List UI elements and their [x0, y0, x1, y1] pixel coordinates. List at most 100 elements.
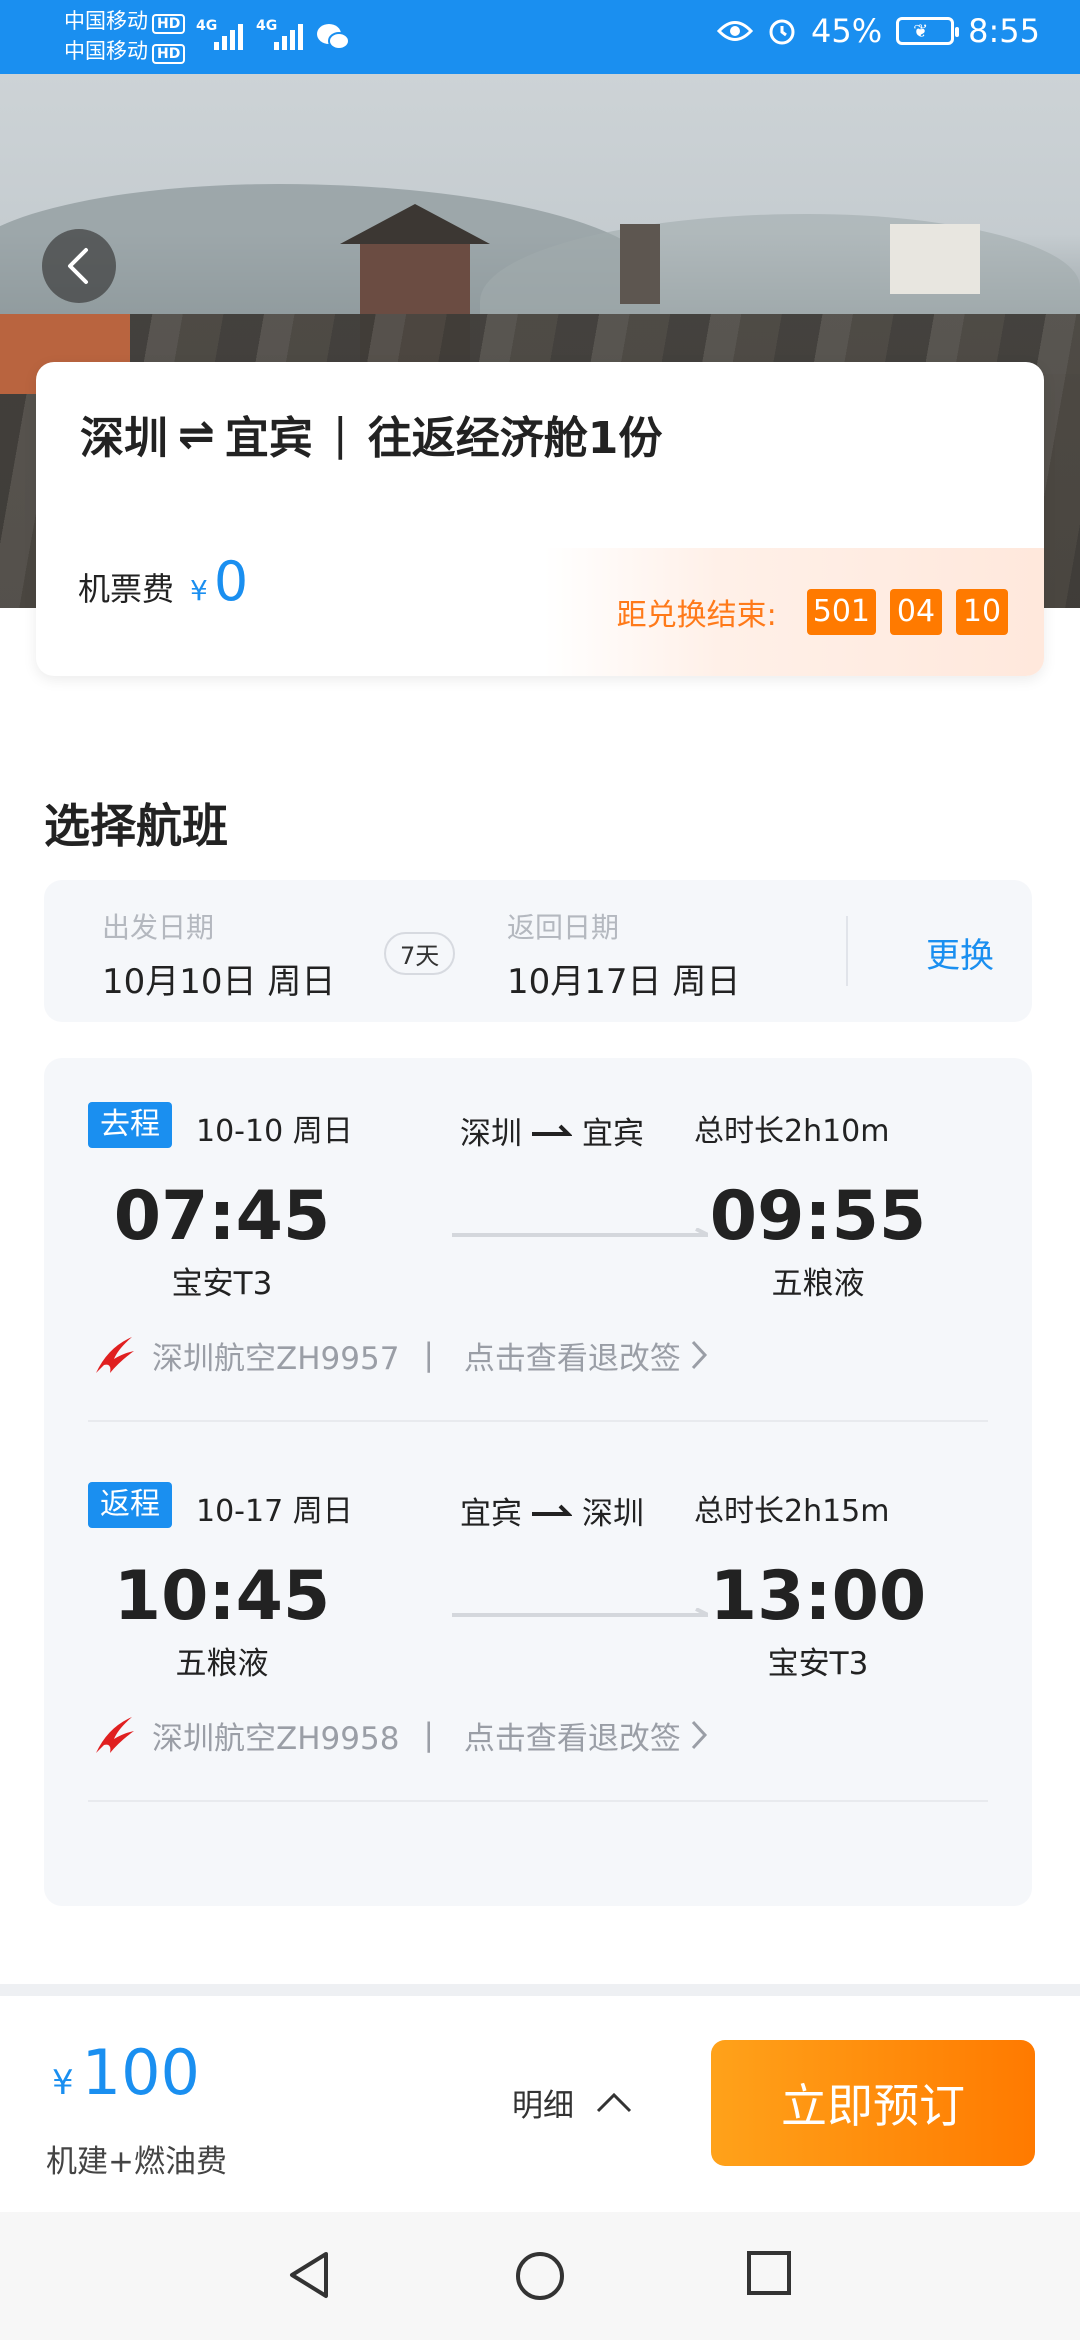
hd-badge: HD — [152, 44, 186, 64]
countdown-label: 距兑换结束: — [616, 598, 777, 633]
flight-path-line — [452, 1228, 708, 1237]
fare-label: 机票费 — [78, 570, 175, 608]
airline-flight-number: 深圳航空ZH9958 — [152, 1720, 400, 1757]
back-button[interactable] — [42, 229, 116, 303]
shenzhen-airlines-logo-icon — [96, 1717, 134, 1753]
signal-icon — [214, 20, 243, 50]
arrival: 13:00 宝安T3 — [698, 1558, 938, 1683]
departure-airport: 宝安T3 — [171, 1266, 273, 1302]
segment-route: 宜宾 深圳 — [460, 1488, 644, 1533]
book-now-button[interactable]: 立即预订 — [711, 2040, 1035, 2166]
nav-home-icon[interactable] — [514, 2250, 566, 2302]
airline-separator: | — [423, 1337, 434, 1373]
segment-duration: 总时长2h10m — [694, 1114, 890, 1149]
product-name: 往返经济舱1份 — [367, 413, 663, 464]
carrier-2: 中国移动 — [64, 39, 148, 63]
hd-badge: HD — [152, 14, 186, 34]
route-from: 深圳 — [80, 413, 168, 464]
depart-value: 10月10日 周日 — [102, 962, 336, 1002]
departure: 07:45 宝安T3 — [102, 1178, 342, 1303]
shenzhen-airlines-logo-icon — [96, 1337, 134, 1373]
checkout-bar: ¥ 100 机建+燃油费 明细 立即预订 — [0, 1996, 1080, 2212]
countdown-days: 501 — [806, 589, 876, 635]
segment-date: 10-17 周日 — [196, 1494, 353, 1529]
fare-info: 机票费 ¥ 0 — [78, 550, 248, 613]
segment-badge: 去程 — [88, 1102, 172, 1148]
battery-percent: 45% — [811, 12, 883, 50]
eye-icon — [717, 21, 754, 41]
segment-from: 宜宾 — [460, 1496, 522, 1532]
depart-caption: 出发日期 — [102, 911, 215, 944]
airline-row: 深圳航空ZH9957 | 点击查看退改签 — [88, 1330, 988, 1380]
departure-time: 10:45 — [113, 1557, 331, 1636]
clock: 8:55 — [968, 12, 1040, 50]
carrier-1: 中国移动 — [64, 9, 148, 33]
arrival-airport: 五粮液 — [771, 1266, 865, 1302]
flight-path-line — [452, 1608, 708, 1617]
redeem-countdown: 距兑换结束: 501 04 10 — [544, 548, 1044, 676]
airline-row: 深圳航空ZH9958 | 点击查看退改签 — [88, 1710, 988, 1760]
date-selector[interactable]: 出发日期 10月10日 周日 7天 返回日期 10月17日 周日 更换 — [44, 880, 1032, 1022]
chevron-right-icon[interactable] — [689, 1718, 709, 1752]
nav-back-icon[interactable] — [286, 2250, 332, 2300]
airline-flight-number: 深圳航空ZH9957 — [152, 1340, 400, 1377]
change-date-button[interactable]: 更换 — [926, 928, 994, 977]
fare-currency: ¥ — [190, 574, 208, 607]
price-currency: ¥ — [52, 2063, 74, 2103]
departure: 10:45 五粮液 — [102, 1558, 342, 1683]
segment-badge: 返程 — [88, 1482, 172, 1528]
bottom-separator — [0, 1984, 1080, 1996]
return-caption: 返回日期 — [507, 911, 620, 944]
total-price: ¥ 100 — [52, 2036, 200, 2109]
segment-divider — [88, 1800, 988, 1802]
segment-to: 深圳 — [582, 1496, 644, 1532]
arrival-time: 09:55 — [709, 1177, 927, 1256]
wechat-icon — [317, 24, 350, 50]
swap-icon: ⇌ — [178, 408, 215, 460]
route-summary-card: 深圳 ⇌ 宜宾 | 往返经济舱1份 机票费 ¥ 0 距兑换结束: 501 04 … — [36, 362, 1044, 676]
refund-rules-link[interactable]: 点击查看退改签 — [464, 1333, 681, 1378]
flight-list-card: 去程 10-10 周日 深圳 宜宾 总时长2h10m 07:45 宝安T3 09… — [44, 1058, 1032, 1906]
arrival: 09:55 五粮液 — [698, 1178, 938, 1303]
segment-route: 深圳 宜宾 — [460, 1108, 644, 1153]
section-title: 选择航班 — [44, 799, 228, 853]
route-to: 宜宾 — [224, 413, 313, 464]
airline-separator: | — [423, 1717, 434, 1753]
fare-value: 0 — [213, 550, 249, 613]
arrival-airport: 宝安T3 — [767, 1646, 869, 1682]
title-separator: | — [332, 408, 348, 460]
route-title: 深圳 ⇌ 宜宾 | 往返经济舱1份 — [80, 402, 662, 466]
countdown-minutes: 10 — [956, 589, 1008, 635]
depart-date[interactable]: 出发日期 10月10日 周日 — [102, 906, 335, 1003]
countdown-hours: 04 — [890, 589, 942, 635]
departure-airport: 五粮液 — [175, 1646, 269, 1682]
system-nav-bar — [0, 2212, 1080, 2340]
segment-to: 宜宾 — [582, 1116, 644, 1152]
nav-recents-icon[interactable] — [746, 2250, 792, 2296]
arrival-time: 13:00 — [709, 1557, 927, 1636]
divider — [846, 916, 848, 986]
arrow-right-icon — [532, 1504, 572, 1516]
trip-days-badge: 7天 — [384, 932, 456, 975]
segment-duration: 总时长2h15m — [694, 1494, 890, 1529]
segment-times: 10:45 五粮液 13:00 宝安T3 — [88, 1558, 988, 1688]
segment-header: 去程 10-10 周日 深圳 宜宾 总时长2h10m — [88, 1102, 988, 1153]
chevron-up-icon — [596, 2092, 632, 2112]
chevron-left-icon — [68, 248, 88, 284]
carrier-info: 中国移动 HD 中国移动 HD — [64, 6, 186, 66]
chevron-right-icon[interactable] — [689, 1338, 709, 1372]
segment-date: 10-10 周日 — [196, 1114, 353, 1149]
arrow-right-icon — [532, 1124, 572, 1136]
price-value: 100 — [81, 2036, 200, 2109]
price-note: 机建+燃油费 — [46, 2144, 227, 2180]
flight-segment-outbound[interactable]: 去程 10-10 周日 深圳 宜宾 总时长2h10m 07:45 宝安T3 09… — [88, 1102, 988, 1422]
departure-time: 07:45 — [113, 1177, 331, 1256]
signal-icon — [274, 20, 303, 50]
alarm-icon — [769, 19, 795, 45]
flight-segment-return[interactable]: 返程 10-17 周日 宜宾 深圳 总时长2h15m 10:45 五粮液 13:… — [88, 1482, 988, 1802]
refund-rules-link[interactable]: 点击查看退改签 — [464, 1713, 681, 1758]
segment-times: 07:45 宝安T3 09:55 五粮液 — [88, 1178, 988, 1308]
return-date[interactable]: 返回日期 10月17日 周日 — [507, 906, 740, 1003]
status-bar: 中国移动 HD 中国移动 HD 4G 4G 45% ❦ 8:55 — [0, 0, 1080, 74]
price-detail-button[interactable]: 明细 — [512, 2080, 634, 2125]
